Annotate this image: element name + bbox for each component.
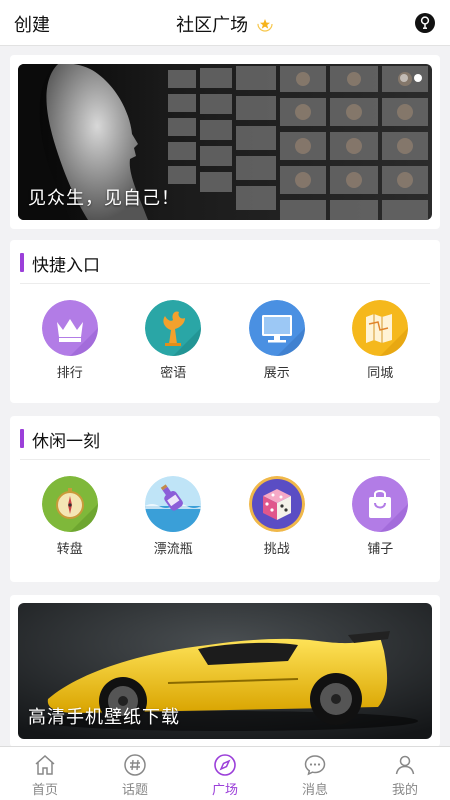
chat-icon <box>303 753 327 777</box>
whisper-entry[interactable]: 密语 <box>128 300 218 381</box>
carousel-dots <box>400 74 422 82</box>
carousel-dot[interactable] <box>400 74 408 82</box>
item-label: 铺子 <box>367 542 394 557</box>
tab-label: 广场 <box>211 783 238 798</box>
challenge-entry[interactable]: 挑战 <box>232 476 322 557</box>
bulb-icon[interactable] <box>414 12 436 34</box>
star-icon <box>256 15 274 38</box>
compass-nav-icon <box>213 753 237 777</box>
item-label: 展示 <box>263 366 290 381</box>
drift-bottle-entry[interactable]: 漂流瓶 <box>128 476 218 557</box>
monitor-icon <box>248 300 305 356</box>
bottle-icon <box>145 476 202 532</box>
page-title: 社区广场 <box>0 11 450 38</box>
showcase-entry[interactable]: 展示 <box>232 300 322 381</box>
item-label: 排行 <box>56 366 83 381</box>
section-title: 快捷入口 <box>32 256 100 276</box>
wheel-entry[interactable]: 转盘 <box>25 476 115 557</box>
wallpaper-banner[interactable]: 高清手机壁纸下载 <box>18 603 432 739</box>
nearby-entry[interactable]: 同城 <box>335 300 425 381</box>
shopping-bag-icon <box>352 476 409 532</box>
wallpaper-caption: 高清手机壁纸下载 <box>28 707 180 728</box>
item-label: 漂流瓶 <box>153 542 193 557</box>
item-label: 转盘 <box>56 542 83 557</box>
home-icon <box>33 753 57 777</box>
tab-square[interactable]: 广场 <box>180 747 270 800</box>
tab-home[interactable]: 首页 <box>0 747 90 800</box>
section-title: 休闲一刻 <box>32 432 100 452</box>
tab-me[interactable]: 我的 <box>360 747 450 800</box>
map-icon <box>352 300 409 356</box>
hashtag-icon <box>123 753 147 777</box>
bottom-tab-bar: 首页 话题 广场 消息 我的 <box>0 746 450 800</box>
tab-label: 首页 <box>31 783 58 798</box>
item-label: 同城 <box>367 366 394 381</box>
item-label: 挑战 <box>263 542 290 557</box>
tab-messages[interactable]: 消息 <box>270 747 360 800</box>
tab-label: 消息 <box>301 783 328 798</box>
crown-icon <box>41 300 98 356</box>
tab-label: 我的 <box>391 783 418 798</box>
page-title-text: 社区广场 <box>176 15 249 36</box>
top-bar: 创建 社区广场 <box>0 0 450 46</box>
section-accent-bar <box>20 429 24 448</box>
user-icon <box>393 753 417 777</box>
quick-entry-section: 快捷入口 排行 密语 展示 同城 <box>10 240 440 403</box>
ranking-entry[interactable]: 排行 <box>25 300 115 381</box>
banner-caption: 见众生，见自己！ <box>28 188 180 209</box>
dice-icon <box>248 476 305 532</box>
tab-topics[interactable]: 话题 <box>90 747 180 800</box>
tab-label: 话题 <box>121 783 148 798</box>
shop-entry[interactable]: 铺子 <box>335 476 425 557</box>
section-header: 快捷入口 <box>20 240 430 284</box>
carousel-dot[interactable] <box>414 74 422 82</box>
section-header: 休闲一刻 <box>20 416 430 460</box>
leisure-section: 休闲一刻 转盘 漂流瓶 挑战 铺子 <box>10 416 440 582</box>
tree-icon <box>145 300 202 356</box>
compass-icon <box>41 476 98 532</box>
item-label: 密语 <box>160 366 187 381</box>
section-accent-bar <box>20 253 24 272</box>
banner-carousel[interactable]: 见众生，见自己！ <box>18 64 432 220</box>
banner-card: 见众生，见自己！ <box>10 55 440 229</box>
wallpaper-card: 高清手机壁纸下载 <box>10 595 440 747</box>
